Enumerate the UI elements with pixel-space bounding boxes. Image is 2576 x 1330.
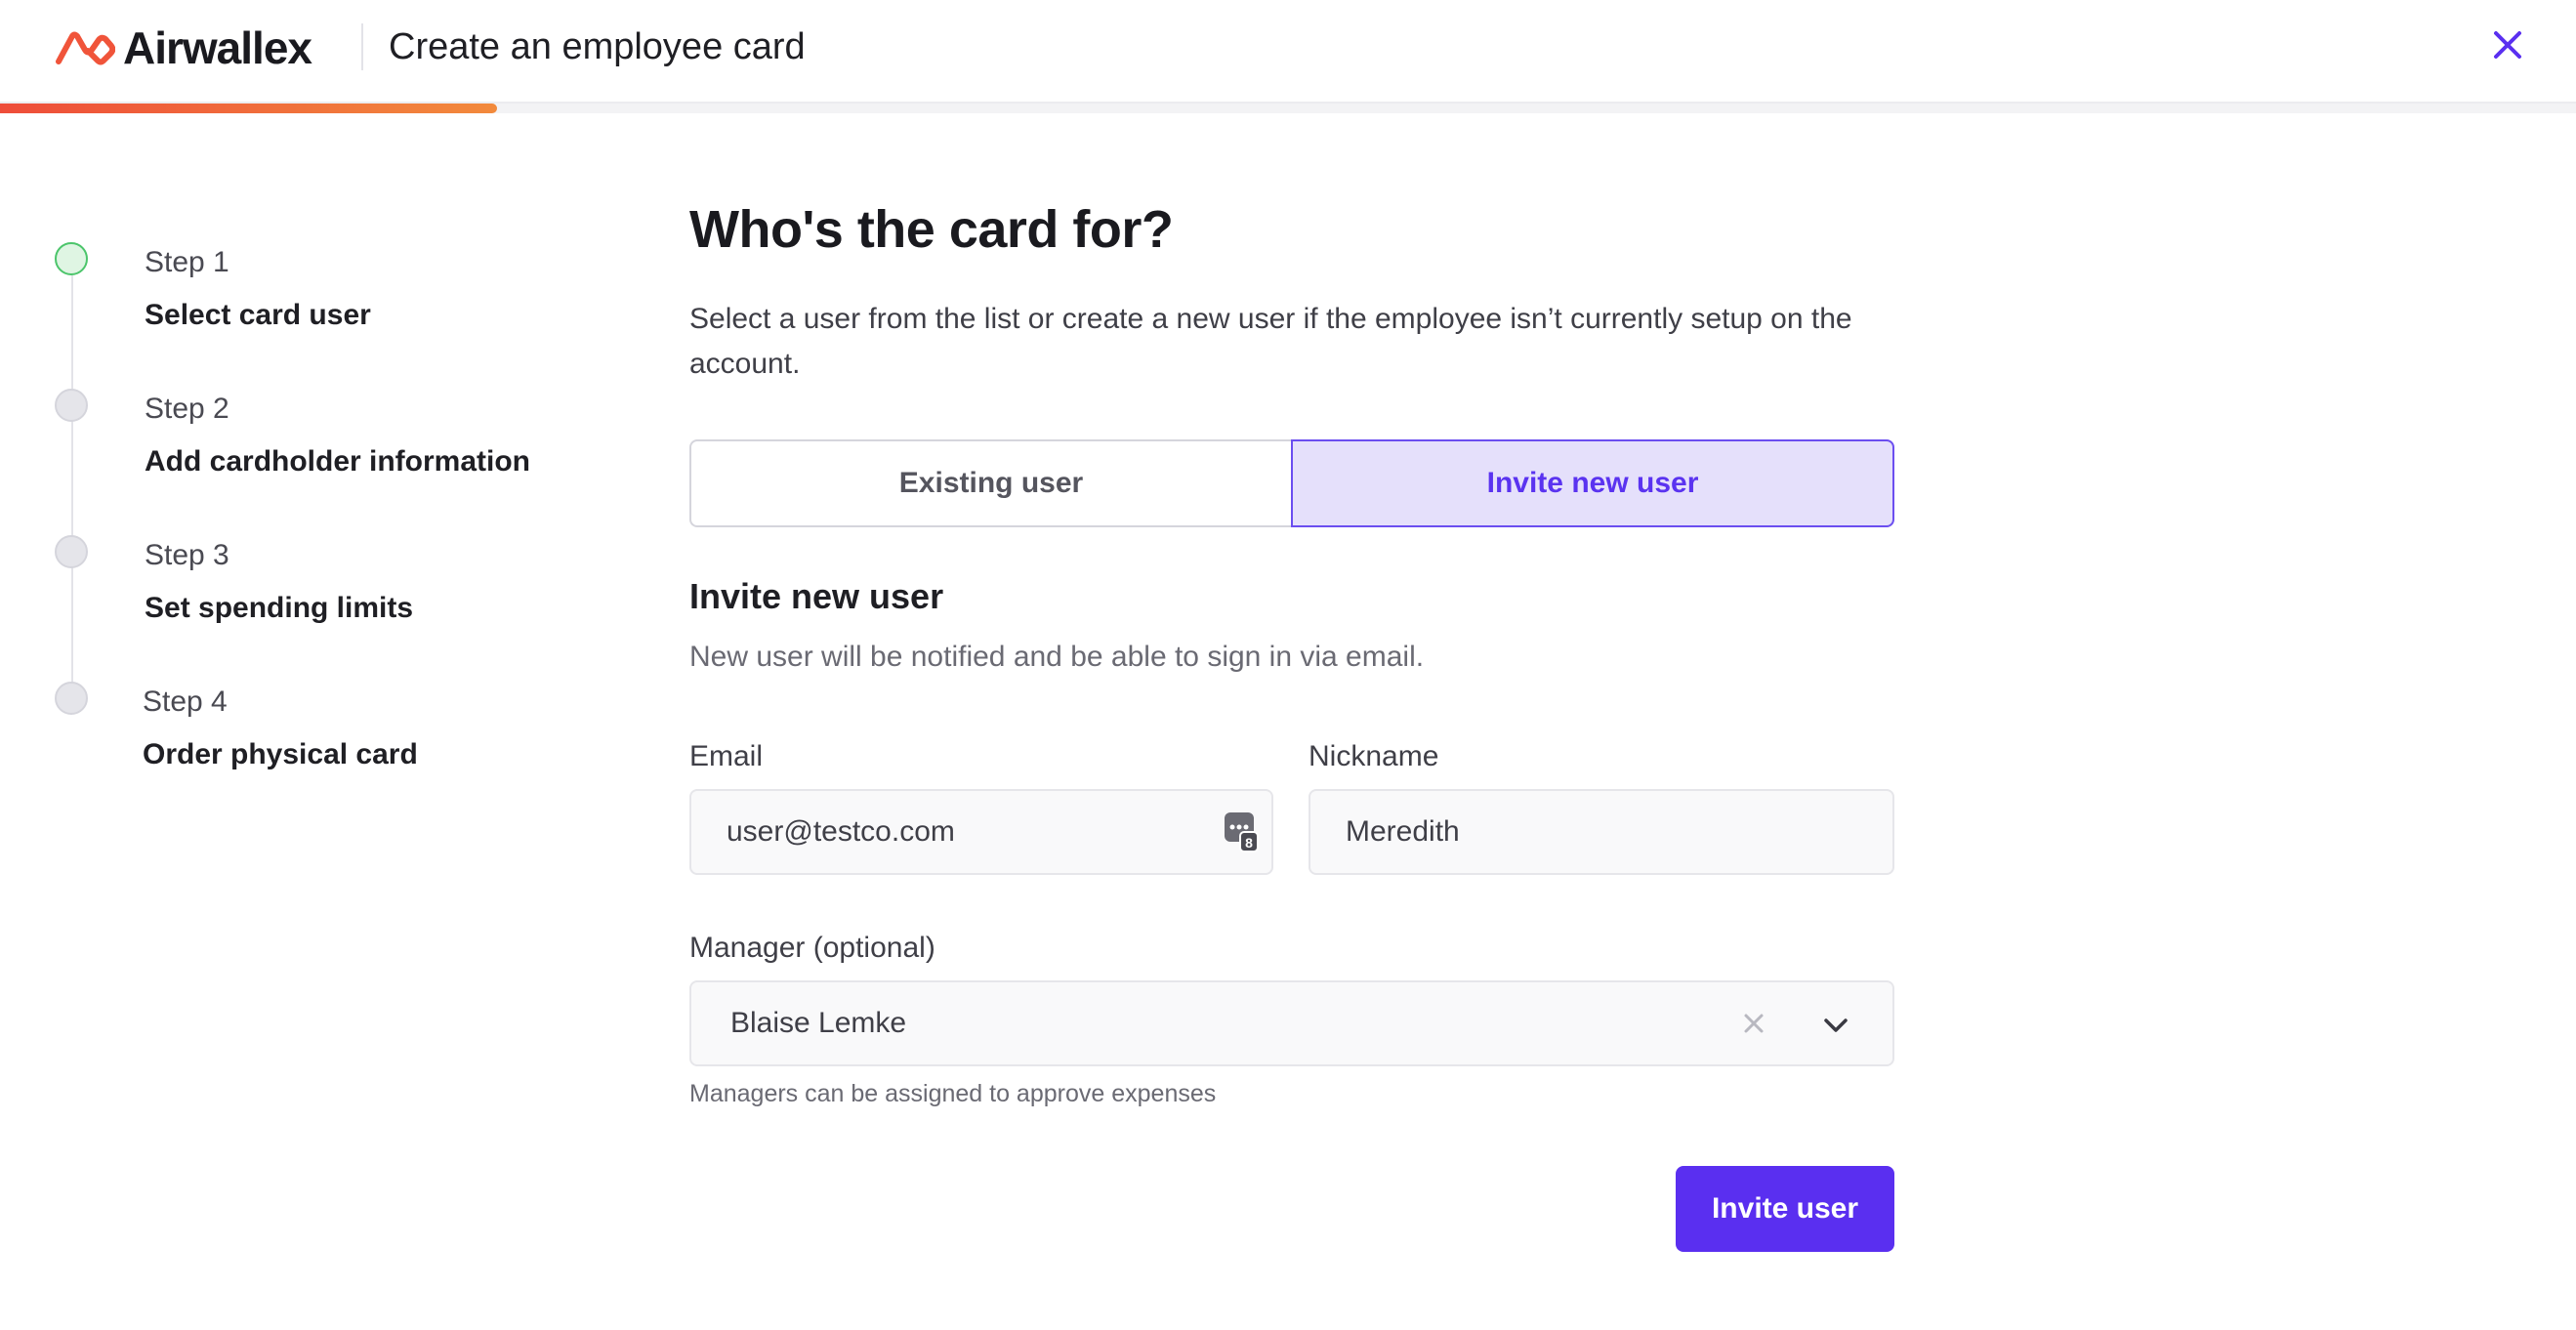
invite-user-button[interactable]: Invite user xyxy=(1676,1166,1894,1252)
header: Airwallex Create an employee card xyxy=(0,0,2576,104)
progress-bar xyxy=(0,104,498,113)
step-indicator xyxy=(55,389,88,422)
step-label: Select card user xyxy=(145,299,371,331)
svg-text:8: 8 xyxy=(1245,835,1253,851)
clear-icon[interactable] xyxy=(1738,1008,1769,1039)
step-number: Step 1 xyxy=(145,246,229,278)
email-field[interactable] xyxy=(727,815,1271,849)
section-title: Invite new user xyxy=(689,576,944,616)
manager-label: Manager (optional) xyxy=(689,932,935,964)
manager-selected-value: Blaise Lemke xyxy=(730,1007,907,1039)
page-title: Create an employee card xyxy=(389,26,806,67)
brand-name: Airwallex xyxy=(123,22,312,73)
section-description: New user will be notified and be able to… xyxy=(689,641,1425,673)
airwallex-logo[interactable]: Airwallex xyxy=(55,21,312,74)
step-number: Step 3 xyxy=(145,539,229,571)
email-label: Email xyxy=(689,740,764,772)
main-description: Select a user from the list or create a … xyxy=(689,303,1852,380)
chevron-down-icon[interactable] xyxy=(1820,1010,1851,1041)
nickname-field[interactable] xyxy=(1346,815,1892,849)
email-field-wrapper: 8 xyxy=(689,789,1273,875)
step-indicator xyxy=(55,535,88,568)
existing-user-tab[interactable]: Existing user xyxy=(689,439,1291,527)
step-indicator xyxy=(55,682,88,715)
close-button[interactable] xyxy=(2488,25,2527,64)
password-manager-icon[interactable]: 8 xyxy=(1223,810,1260,853)
step-label: Order physical card xyxy=(143,738,418,770)
main-heading: Who's the card for? xyxy=(689,200,1174,259)
manager-helper-text: Managers can be assigned to approve expe… xyxy=(689,1080,1217,1107)
step-indicator-active xyxy=(55,242,88,275)
manager-select[interactable]: Blaise Lemke xyxy=(689,980,1894,1066)
step-label: Add cardholder information xyxy=(145,445,531,478)
nickname-label: Nickname xyxy=(1309,740,1439,772)
airwallex-logo-icon xyxy=(56,31,115,65)
close-icon xyxy=(2494,31,2521,59)
invite-new-user-tab[interactable]: Invite new user xyxy=(1291,439,1894,527)
step-number: Step 4 xyxy=(143,686,228,718)
step-number: Step 2 xyxy=(145,393,229,425)
stepper-line xyxy=(71,275,73,699)
header-divider xyxy=(361,23,363,70)
step-label: Set spending limits xyxy=(145,592,414,624)
nickname-field-wrapper xyxy=(1309,789,1894,875)
user-type-toggle: Existing user Invite new user xyxy=(689,439,1894,527)
